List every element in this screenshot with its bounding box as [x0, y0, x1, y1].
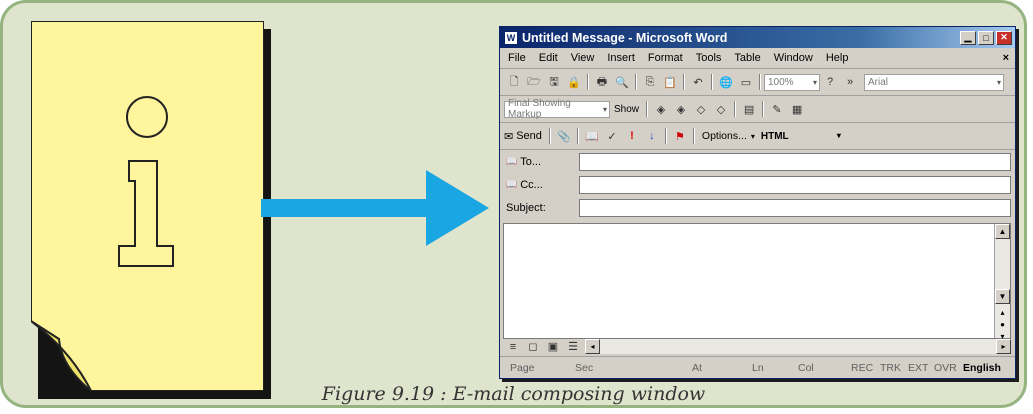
menu-format[interactable]: Format: [648, 52, 683, 64]
word-app-icon: W: [504, 30, 518, 45]
arrow-icon: [261, 170, 489, 246]
cc-field[interactable]: [579, 175, 1011, 194]
select-browse-object-icon[interactable]: ●: [995, 320, 1010, 329]
info-note-icon: [31, 21, 264, 391]
reviewing-toolbar: Final Showing Markup ▾ Show ◈ ◈ ◇ ◇ ▤ ✎ ▦: [500, 96, 1015, 123]
to-row: 📖 To...: [500, 150, 1015, 173]
print-icon[interactable]: 🖶: [594, 74, 610, 90]
menu-view[interactable]: View: [571, 52, 595, 64]
send-icon: ✉: [504, 130, 514, 143]
address-book-icon: 📖: [506, 156, 518, 166]
status-trk[interactable]: TRK: [880, 362, 901, 374]
new-icon[interactable]: 🗋: [506, 74, 522, 90]
check-names-icon[interactable]: ✓: [604, 128, 620, 144]
previous-page-icon[interactable]: ▴: [995, 308, 1010, 317]
address-book-icon[interactable]: 📖: [584, 128, 600, 144]
table-icon[interactable]: ▭: [738, 74, 754, 90]
attach-icon[interactable]: 📎: [556, 128, 572, 144]
status-ln: Ln: [752, 361, 764, 374]
figure-frame: W Untitled Message - Microsoft Word ▁ □ …: [0, 0, 1027, 408]
maximize-button[interactable]: □: [978, 30, 994, 45]
close-button[interactable]: ✕: [996, 30, 1012, 45]
subject-label: Subject:: [506, 201, 546, 214]
title-bar[interactable]: W Untitled Message - Microsoft Word ▁ □ …: [500, 27, 1015, 48]
scroll-up-button[interactable]: ▲: [995, 224, 1010, 239]
status-ext[interactable]: EXT: [908, 362, 928, 374]
status-ovr[interactable]: OVR: [934, 362, 957, 374]
outline-view-icon[interactable]: ☰: [565, 339, 581, 355]
menu-file[interactable]: File: [508, 52, 526, 64]
menu-window[interactable]: Window: [774, 52, 813, 64]
comment-icon[interactable]: ▤: [741, 101, 757, 117]
subject-row: Subject:: [500, 196, 1015, 219]
status-rec[interactable]: REC: [851, 362, 873, 374]
cc-button[interactable]: 📖 Cc...: [500, 179, 578, 191]
paste-icon[interactable]: 📋: [662, 74, 678, 90]
undo-icon[interactable]: ↶: [690, 74, 706, 90]
font-select[interactable]: Arial ▾: [864, 73, 1004, 91]
view-bar: ≡ ◻ ▣ ☰ ◂ ▸: [503, 339, 1011, 354]
markup-select[interactable]: Final Showing Markup ▾: [504, 98, 610, 120]
status-page: Page: [510, 361, 535, 374]
window-title: Untitled Message - Microsoft Word: [522, 30, 728, 45]
show-button[interactable]: Show: [614, 104, 639, 115]
menu-tools[interactable]: Tools: [696, 52, 722, 64]
hyperlink-icon[interactable]: 🌐: [718, 74, 734, 90]
menu-insert[interactable]: Insert: [607, 52, 635, 64]
horizontal-scrollbar[interactable]: [600, 339, 996, 354]
menu-table[interactable]: Table: [734, 52, 760, 64]
zoom-select[interactable]: 100% ▾: [764, 73, 820, 91]
format-select[interactable]: HTML ▾: [761, 131, 841, 142]
options-button[interactable]: Options...: [702, 130, 747, 142]
subject-field[interactable]: [579, 198, 1011, 217]
menu-bar: File Edit View Insert Format Tools Table…: [500, 48, 1015, 69]
status-language: English: [963, 361, 1001, 374]
importance-low-icon[interactable]: ↓: [644, 128, 660, 144]
status-at: At: [692, 361, 702, 374]
scroll-left-button[interactable]: ◂: [585, 339, 600, 354]
importance-high-icon[interactable]: !: [624, 128, 640, 144]
status-col: Col: [798, 361, 814, 374]
close-document-icon[interactable]: ×: [1003, 52, 1009, 64]
to-button[interactable]: 📖 To...: [500, 156, 578, 168]
save-icon[interactable]: 🖫: [546, 74, 562, 90]
menu-help[interactable]: Help: [826, 52, 849, 64]
toolbar-options-icon[interactable]: »: [842, 74, 858, 90]
status-bar: Page Sec At Ln Col REC TRK EXT OVR Engli…: [500, 356, 1015, 378]
next-change-icon[interactable]: ◈: [673, 101, 689, 117]
reviewing-pane-icon[interactable]: ▦: [789, 101, 805, 117]
message-body[interactable]: ▲ ▼ ▴ ● ▾: [503, 223, 1011, 341]
send-button[interactable]: ✉ Send: [504, 130, 542, 143]
scroll-down-button[interactable]: ▼: [995, 289, 1010, 304]
print-layout-icon[interactable]: ▣: [545, 339, 561, 355]
permission-icon[interactable]: 🔒: [566, 74, 582, 90]
email-toolbar: ✉ Send 📎 📖 ✓ ! ↓ ⚑ Options... ▾ HTML ▾: [500, 123, 1015, 150]
vertical-scrollbar[interactable]: ▲ ▼ ▴ ● ▾: [994, 224, 1010, 341]
cc-row: 📖 Cc...: [500, 173, 1015, 196]
reject-change-icon[interactable]: ◇: [713, 101, 729, 117]
header-fields: 📖 To... 📖 Cc... Subject:: [500, 150, 1015, 219]
standard-toolbar: 🗋 🗁 🖫 🔒 🖶 🔍 ⎘ 📋 ↶ 🌐 ▭ 100% ▾ ? » Arial ▾: [500, 69, 1015, 96]
to-field[interactable]: [579, 152, 1011, 171]
word-email-window: W Untitled Message - Microsoft Word ▁ □ …: [499, 26, 1016, 379]
status-sec: Sec: [575, 361, 594, 374]
print-preview-icon[interactable]: 🔍: [614, 74, 630, 90]
help-icon[interactable]: ?: [822, 74, 838, 90]
menu-edit[interactable]: Edit: [539, 52, 558, 64]
flag-icon[interactable]: ⚑: [672, 128, 688, 144]
open-icon[interactable]: 🗁: [526, 74, 542, 90]
normal-view-icon[interactable]: ≡: [505, 339, 521, 355]
accept-change-icon[interactable]: ◇: [693, 101, 709, 117]
previous-change-icon[interactable]: ◈: [653, 101, 669, 117]
minimize-button[interactable]: ▁: [960, 30, 976, 45]
track-changes-icon[interactable]: ✎: [769, 101, 785, 117]
scroll-right-button[interactable]: ▸: [996, 339, 1011, 354]
figure-caption: Figure 9.19 : E-mail composing window: [321, 383, 706, 405]
copy-icon[interactable]: ⎘: [642, 74, 658, 90]
address-book-icon: 📖: [506, 179, 518, 189]
web-view-icon[interactable]: ◻: [525, 339, 541, 355]
